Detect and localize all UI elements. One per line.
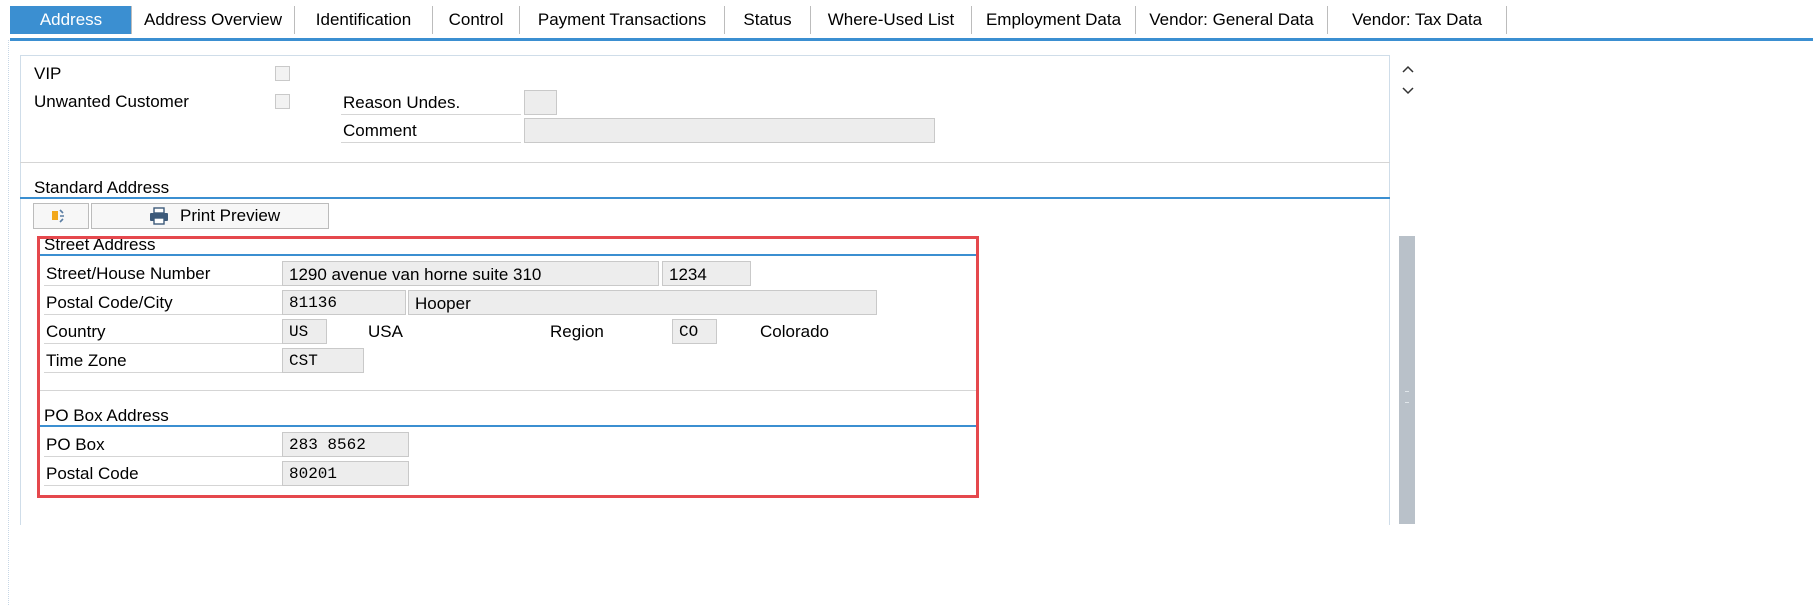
chevron-up-icon[interactable] [1398,60,1418,80]
scrollbar-grip [1405,391,1409,403]
address-tree-icon [51,207,69,230]
highlight-frame [37,236,979,498]
reason-undes-field[interactable] [524,90,557,115]
tab-employment-data[interactable]: Employment Data [971,6,1135,34]
standard-address-underline [20,197,1390,199]
comment-field[interactable] [524,118,935,143]
standard-address-title: Standard Address [34,178,170,197]
vip-label: VIP [34,64,62,83]
print-preview-button[interactable]: Print Preview [91,203,329,229]
tab-address-overview[interactable]: Address Overview [131,6,294,34]
tab-address[interactable]: Address [10,6,131,34]
printer-icon [149,207,169,230]
address-tree-button[interactable] [33,203,89,229]
scrollbar-thumb[interactable] [1399,236,1415,524]
left-dotted-guide [8,40,9,605]
tab-strip: Address Address Overview Identification … [0,0,1813,41]
tab-identification[interactable]: Identification [294,6,432,34]
tab-vendor-general-data[interactable]: Vendor: General Data [1135,6,1327,34]
tab-status[interactable]: Status [724,6,810,34]
unwanted-customer-label: Unwanted Customer [34,92,189,111]
comment-label: Comment [341,118,521,143]
tab-control[interactable]: Control [432,6,519,34]
tab-strip-underline [10,38,1813,41]
flags-divider [20,162,1390,163]
reason-undes-label: Reason Undes. [341,90,521,115]
vip-checkbox[interactable] [275,66,290,81]
print-preview-label: Print Preview [180,206,281,225]
unwanted-customer-checkbox[interactable] [275,94,290,109]
tab-where-used-list[interactable]: Where-Used List [810,6,971,34]
tab-payment-transactions[interactable]: Payment Transactions [519,6,724,34]
chevron-down-icon[interactable] [1398,80,1418,100]
tab-vendor-tax-data[interactable]: Vendor: Tax Data [1327,6,1507,34]
